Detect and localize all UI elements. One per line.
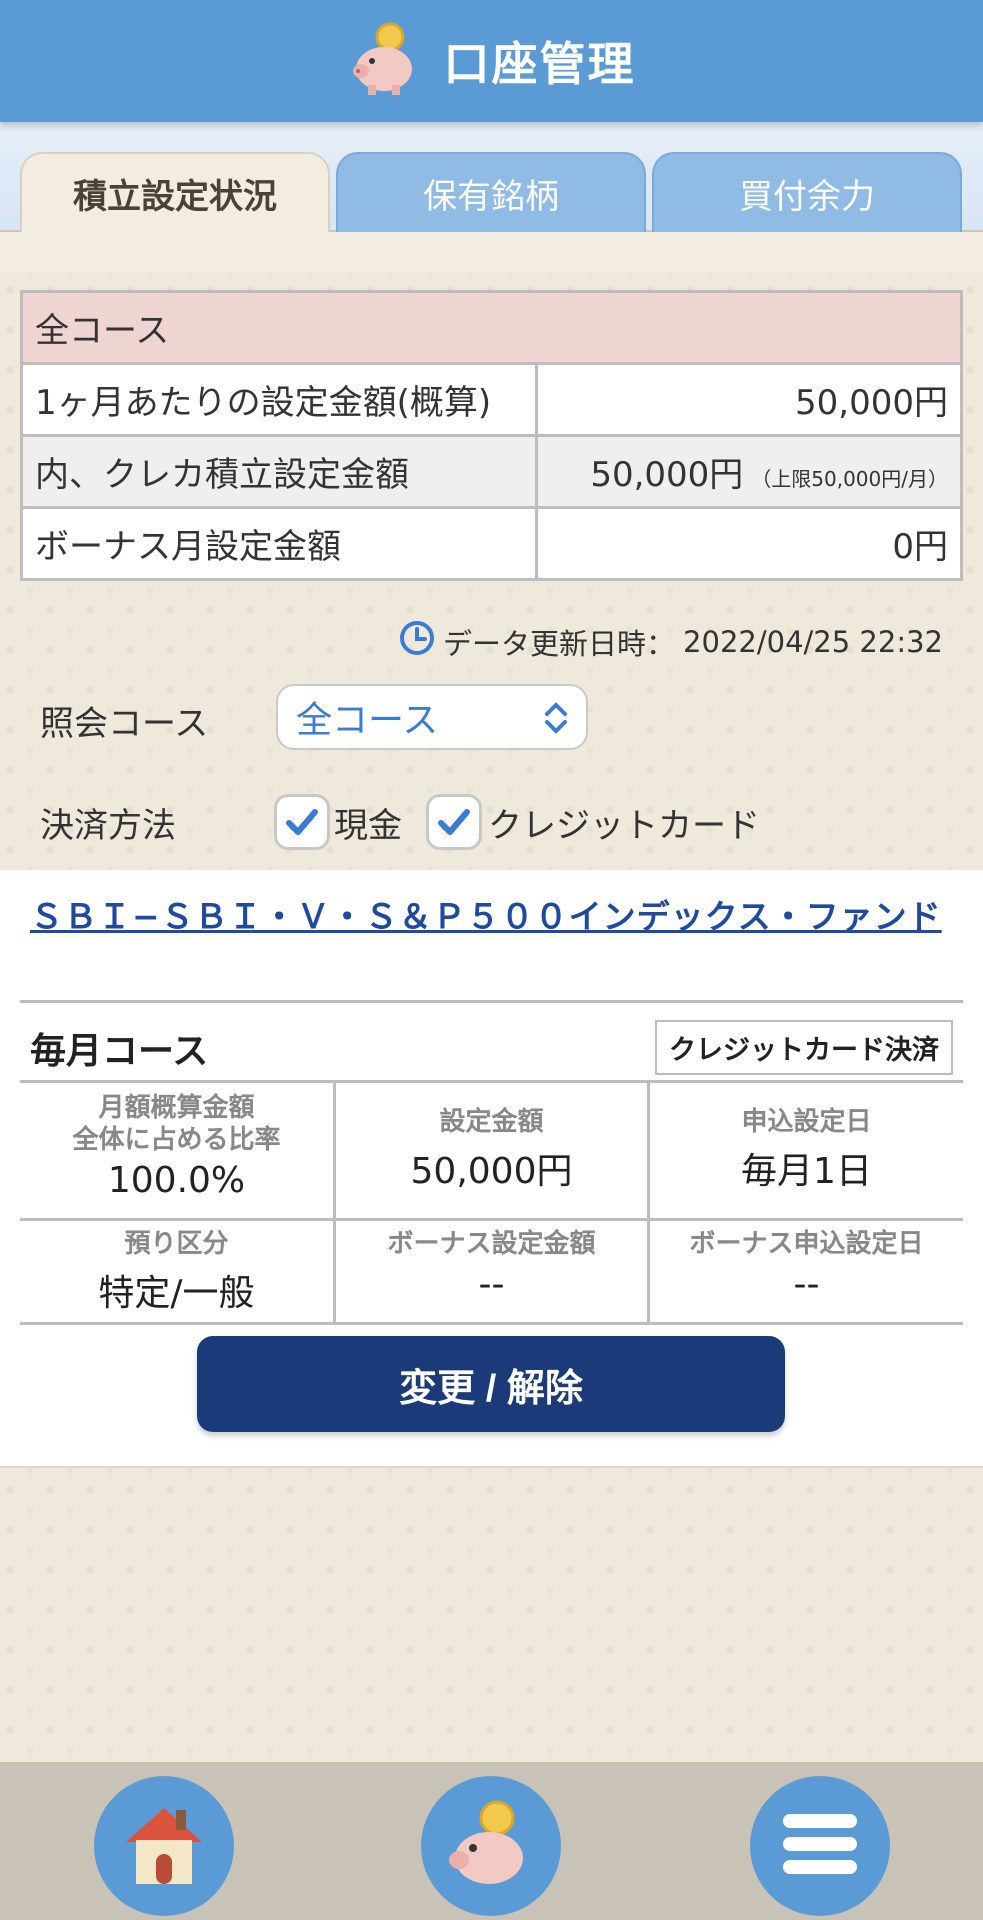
change-cancel-button[interactable]: 変更 / 解除 (197, 1336, 785, 1432)
cell-value: 特定/一般 (98, 1273, 255, 1314)
date-cell: 申込設定日 毎月1日 (650, 1106, 963, 1194)
nav-account-button[interactable] (421, 1776, 561, 1916)
credit-card-checkbox[interactable] (426, 794, 482, 850)
account-type-cell: 預り区分 特定/一般 (20, 1228, 333, 1316)
divider (20, 1218, 963, 1221)
ratio-cell: 月額概算金額 全体に占める比率 100.0% (20, 1092, 333, 1201)
check-icon (438, 809, 470, 835)
amount-cell: 設定金額 50,000円 (335, 1106, 648, 1194)
credit-card-checkbox-label: クレジットカード (488, 806, 760, 846)
fund-name-link[interactable]: ＳＢＩ−ＳＢＩ・Ｖ・Ｓ＆Ｐ５００インデックス・ファンド (30, 896, 950, 938)
cell-value: 毎月1日 (741, 1151, 872, 1192)
limit-note: （上限50,000円/月） (751, 467, 948, 491)
cell-value: 50,000円 (410, 1151, 573, 1192)
check-icon (286, 809, 318, 835)
course-select[interactable]: 全コース (276, 684, 588, 750)
chevron-updown-icon (542, 698, 570, 747)
cell-label: 月額概算金額 全体に占める比率 (72, 1093, 281, 1155)
divider (333, 1082, 336, 1324)
summary-row-label: 内、クレカ積立設定金額 (20, 434, 538, 509)
clock-icon (399, 620, 435, 663)
tab-underline (0, 230, 983, 272)
tab-holdings[interactable]: 保有銘柄 (336, 152, 646, 232)
home-icon (114, 1794, 214, 1898)
divider (20, 1080, 963, 1083)
bonus-amount-cell: ボーナス設定金額 -- (335, 1228, 648, 1305)
tab-buying-power[interactable]: 買付余力 (652, 152, 962, 232)
app-header: 口座管理 (0, 0, 983, 122)
payment-filter-label: 決済方法 (40, 806, 176, 846)
divider (20, 1000, 963, 1003)
cell-label: ボーナス設定金額 (387, 1229, 596, 1259)
divider (647, 1082, 650, 1324)
summary-row-value: 0円 (535, 506, 963, 581)
tab-bar: 積立設定状況 保有銘柄 買付余力 (0, 152, 983, 232)
menu-icon (775, 1804, 865, 1888)
summary-row-value: 50,000円 （上限50,000円/月） (535, 434, 963, 509)
cell-label: 申込設定日 (741, 1107, 872, 1137)
cash-checkbox-label: 現金 (334, 806, 402, 846)
cell-label: ボーナス申込設定日 (689, 1229, 924, 1259)
cell-value: 100.0% (107, 1160, 246, 1201)
cell-label: 預り区分 (124, 1229, 229, 1259)
nav-home-button[interactable] (94, 1776, 234, 1916)
piggy-bank-icon (441, 1794, 541, 1898)
nav-menu-button[interactable] (750, 1776, 890, 1916)
summary-row-value: 50,000円 (535, 362, 963, 437)
cell-label: 設定金額 (439, 1107, 544, 1137)
summary-heading: 全コース (20, 290, 963, 365)
summary-table: 全コース 1ヶ月あたりの設定金額(概算) 50,000円 内、クレカ積立設定金額… (20, 290, 963, 581)
page-title: 口座管理 (443, 37, 636, 91)
cash-checkbox[interactable] (274, 794, 330, 850)
divider (20, 1322, 963, 1325)
course-title: 毎月コース (30, 1031, 209, 1072)
piggy-bank-icon (348, 21, 424, 101)
summary-row-label: 1ヶ月あたりの設定金額(概算) (20, 362, 538, 437)
summary-row-label: ボーナス月設定金額 (20, 506, 538, 581)
tab-savings-settings[interactable]: 積立設定状況 (20, 152, 330, 232)
update-timestamp: データ更新日時： 2022/04/25 22:32 (399, 620, 943, 663)
cell-value: -- (793, 1264, 820, 1305)
bonus-date-cell: ボーナス申込設定日 -- (650, 1228, 963, 1305)
course-filter-label: 照会コース (40, 704, 209, 744)
payment-badge: クレジットカード決済 (655, 1020, 953, 1075)
cell-value: -- (478, 1264, 505, 1305)
